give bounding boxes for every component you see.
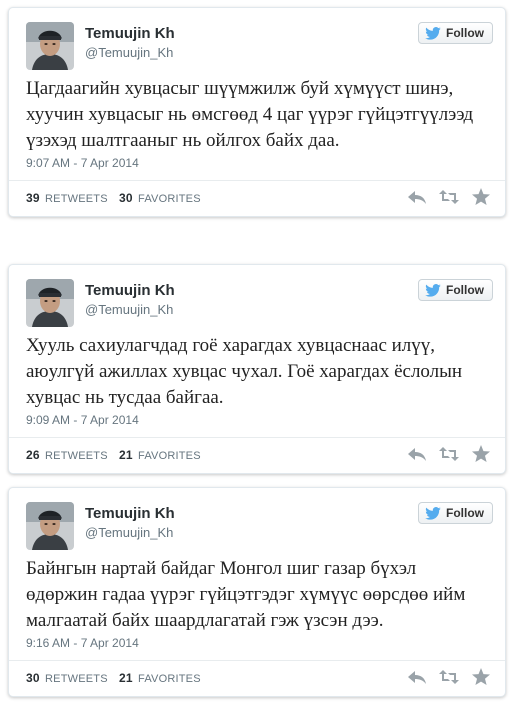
tweet-actions — [407, 668, 491, 686]
avatar[interactable] — [26, 279, 74, 327]
divider — [9, 180, 505, 181]
user-name[interactable]: Temuujin Kh — [85, 505, 175, 522]
follow-button[interactable]: Follow — [418, 22, 493, 44]
tweet-card: Temuujin Kh @Temuujin_Kh Follow Хууль са… — [8, 264, 506, 474]
reply-icon[interactable] — [407, 668, 427, 686]
retweet-count[interactable]: 39 — [26, 191, 40, 205]
divider — [9, 660, 505, 661]
favorites-label: FAVORITES — [138, 193, 201, 205]
retweets-label: RETWEETS — [45, 673, 108, 685]
favorites-label: FAVORITES — [138, 450, 201, 462]
user-handle[interactable]: @Temuujin_Kh — [85, 45, 173, 60]
favorites-label: FAVORITES — [138, 673, 201, 685]
follow-button[interactable]: Follow — [418, 279, 493, 301]
tweet-card: Temuujin Kh @Temuujin_Kh Follow Цагдааги… — [8, 7, 506, 217]
tweet-stats: 39 RETWEETS 30 FAVORITES — [26, 191, 201, 205]
follow-label: Follow — [446, 26, 484, 40]
twitter-bird-icon — [425, 506, 441, 520]
follow-label: Follow — [446, 283, 484, 297]
retweet-count[interactable]: 30 — [26, 671, 40, 685]
tweet-actions — [407, 445, 491, 463]
retweet-icon[interactable] — [439, 445, 459, 463]
retweets-label: RETWEETS — [45, 193, 108, 205]
reply-icon[interactable] — [407, 445, 427, 463]
tweet-stats: 30 RETWEETS 21 FAVORITES — [26, 671, 201, 685]
tweet-timestamp[interactable]: 9:09 AM - 7 Apr 2014 — [26, 413, 139, 427]
star-icon[interactable] — [471, 668, 491, 686]
tweet-timestamp[interactable]: 9:16 AM - 7 Apr 2014 — [26, 636, 139, 650]
retweets-label: RETWEETS — [45, 450, 108, 462]
tweet-stats: 26 RETWEETS 21 FAVORITES — [26, 448, 201, 462]
retweet-count[interactable]: 26 — [26, 448, 40, 462]
star-icon[interactable] — [471, 188, 491, 206]
favorite-count[interactable]: 30 — [119, 191, 133, 205]
tweet-text: Цагдаагийн хувцасыг шүүмжилж буй хүмүүст… — [26, 78, 474, 151]
reply-icon[interactable] — [407, 188, 427, 206]
tweet-card: Temuujin Kh @Temuujin_Kh Follow Байнгын … — [8, 487, 506, 697]
twitter-bird-icon — [425, 283, 441, 297]
user-name[interactable]: Temuujin Kh — [85, 25, 175, 42]
user-handle[interactable]: @Temuujin_Kh — [85, 525, 173, 540]
star-icon[interactable] — [471, 445, 491, 463]
follow-button[interactable]: Follow — [418, 502, 493, 524]
tweet-text: Байнгын нартай байдаг Монгол шиг газар б… — [26, 558, 466, 631]
tweet-text: Хууль сахиулагчдад гоё харагдах хувцасна… — [26, 335, 463, 408]
user-name[interactable]: Temuujin Kh — [85, 282, 175, 299]
divider — [9, 437, 505, 438]
twitter-bird-icon — [425, 26, 441, 40]
avatar[interactable] — [26, 22, 74, 70]
avatar[interactable] — [26, 502, 74, 550]
tweet-actions — [407, 188, 491, 206]
retweet-icon[interactable] — [439, 188, 459, 206]
favorite-count[interactable]: 21 — [119, 671, 133, 685]
tweet-timestamp[interactable]: 9:07 AM - 7 Apr 2014 — [26, 156, 139, 170]
favorite-count[interactable]: 21 — [119, 448, 133, 462]
follow-label: Follow — [446, 506, 484, 520]
user-handle[interactable]: @Temuujin_Kh — [85, 302, 173, 317]
retweet-icon[interactable] — [439, 668, 459, 686]
